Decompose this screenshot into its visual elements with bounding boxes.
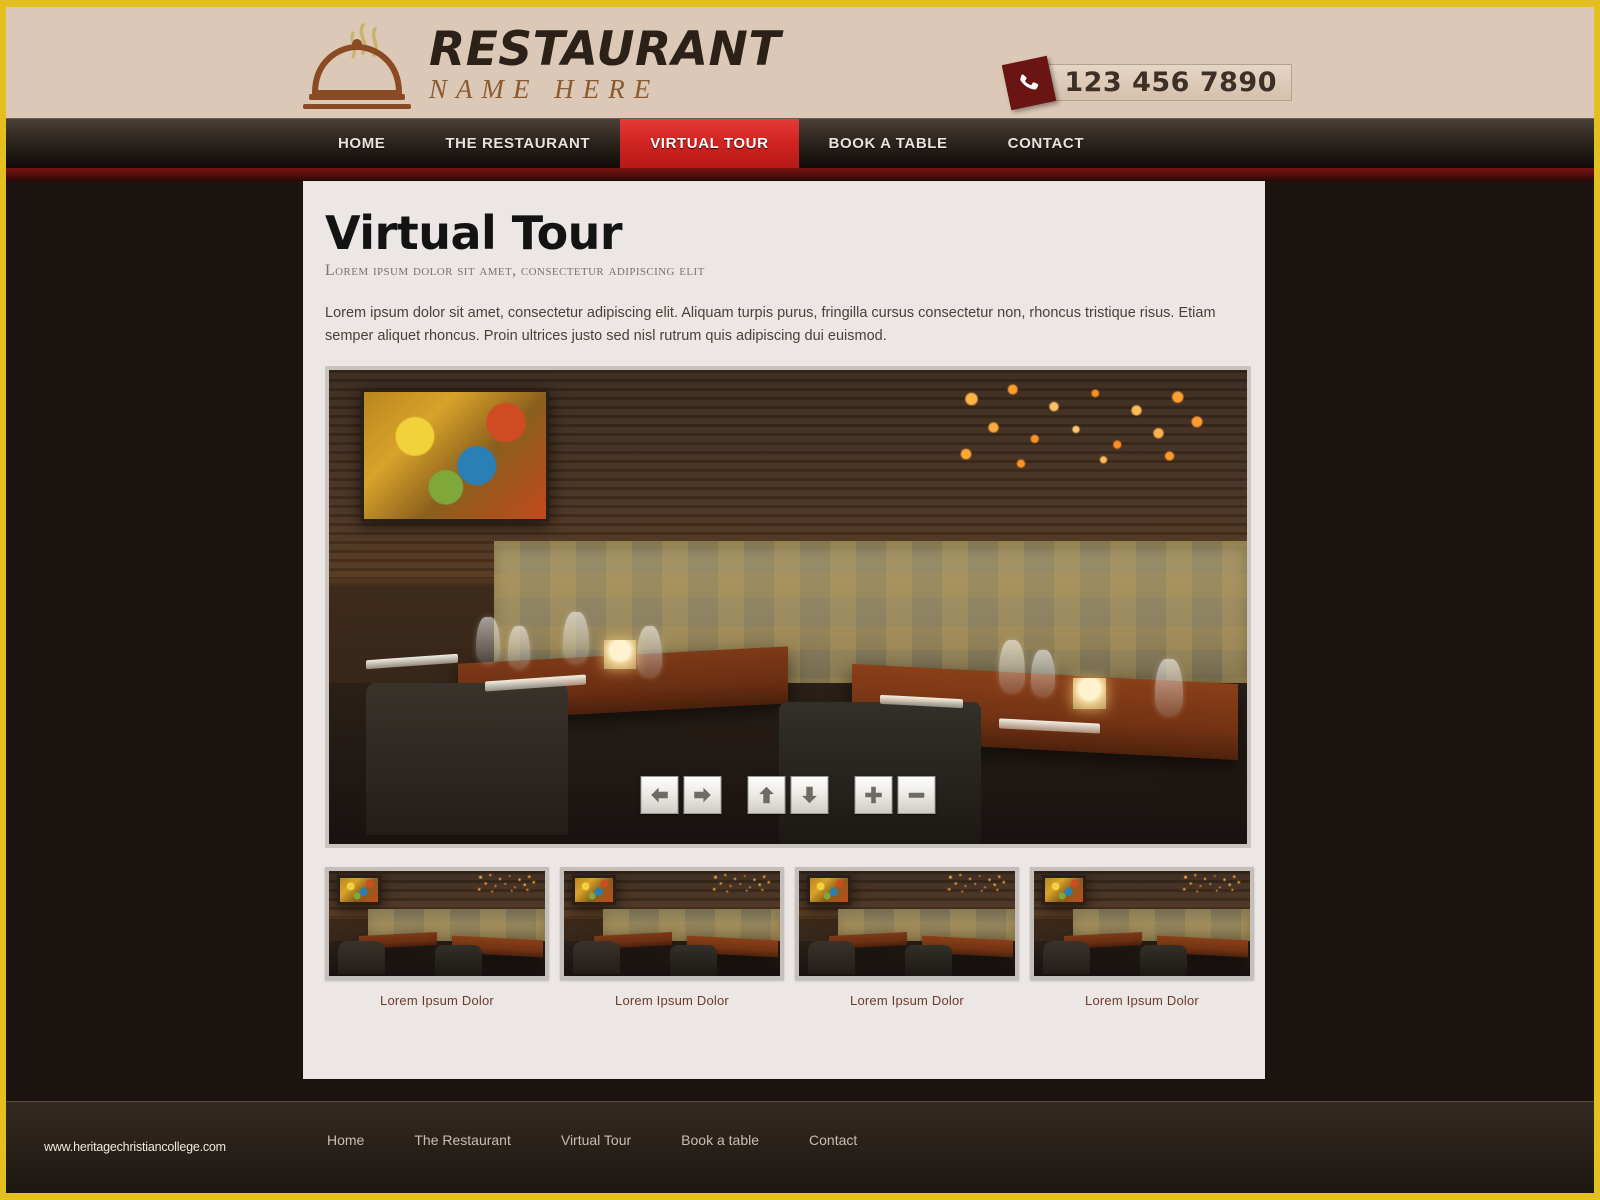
thumbnail-caption: Lorem Ipsum Dolor (1085, 993, 1199, 1009)
pan-left-button[interactable] (640, 776, 679, 815)
nav-item-the-restaurant[interactable]: THE RESTAURANT (415, 119, 620, 168)
footer-link-virtual-tour[interactable]: Virtual Tour (536, 1132, 656, 1148)
footer-link-book-a-table[interactable]: Book a table (656, 1132, 784, 1148)
nav-item-home[interactable]: HOME (308, 119, 415, 168)
viewer-controls (640, 776, 936, 815)
wine-glass (1155, 659, 1183, 717)
footer-link-contact[interactable]: Contact (784, 1132, 882, 1148)
page-subtitle: Lorem ipsum dolor sit amet, consectetur … (325, 262, 705, 280)
page-title: Virtual Tour (325, 206, 623, 260)
thumbnail-image (1034, 871, 1250, 977)
virtual-tour-viewer[interactable] (325, 366, 1251, 849)
nav-item-contact[interactable]: CONTACT (978, 119, 1114, 168)
pan-up-button[interactable] (747, 776, 786, 815)
content-card: Virtual Tour Lorem ipsum dolor sit amet,… (303, 181, 1265, 1079)
thumbnail-caption: Lorem Ipsum Dolor (380, 993, 494, 1009)
cloche-dome-icon (301, 17, 421, 113)
thumbnail-item[interactable]: Lorem Ipsum Dolor (1030, 867, 1254, 1008)
footer-link-home[interactable]: Home (302, 1132, 389, 1148)
thumbnail-strip: Lorem Ipsum Dolor Lorem Ipsum Dolor Lore… (325, 867, 1254, 1008)
viewer-photo (329, 370, 1247, 845)
thumbnail-item[interactable]: Lorem Ipsum Dolor (325, 867, 549, 1008)
ceiling-lights (944, 379, 1220, 475)
thumbnail-frame (1030, 867, 1254, 981)
logo[interactable]: RESTAURANT NAME HERE (301, 15, 781, 113)
zoom-out-button[interactable] (897, 776, 936, 815)
footer-navigation: Home The Restaurant Virtual Tour Book a … (302, 1132, 882, 1148)
zoom-in-button[interactable] (854, 776, 893, 815)
thumbnail-frame (560, 867, 784, 981)
wall-painting (361, 389, 550, 522)
wine-glass (508, 626, 531, 669)
pan-down-button[interactable] (790, 776, 829, 815)
thumbnail-item[interactable]: Lorem Ipsum Dolor (795, 867, 1019, 1008)
thumbnail-caption: Lorem Ipsum Dolor (850, 993, 964, 1009)
page-paragraph: Lorem ipsum dolor sit amet, consectetur … (325, 305, 1216, 344)
logo-subtitle: NAME HERE (429, 74, 660, 105)
phone-display[interactable]: 123 456 7890 (1002, 55, 1292, 111)
phone-number: 123 456 7890 (1064, 67, 1277, 98)
chair-center (778, 702, 981, 845)
thumbnail-image (564, 871, 780, 977)
thumbnail-frame (325, 867, 549, 981)
wine-glass (475, 616, 500, 665)
site-header: RESTAURANT NAME HERE 123 456 7890 (6, 7, 1594, 118)
thumbnail-image (329, 871, 545, 977)
thumbnail-caption: Lorem Ipsum Dolor (615, 993, 729, 1009)
main-navigation: HOME THE RESTAURANT VIRTUAL TOUR BOOK A … (6, 118, 1594, 168)
table-candle (1072, 678, 1106, 710)
site-footer: www.heritagechristiancollege.com Home Th… (6, 1101, 1594, 1193)
logo-title: RESTAURANT (429, 22, 781, 78)
logo-wordmark: RESTAURANT NAME HERE (429, 22, 781, 107)
footer-website-url: www.heritagechristiancollege.com (44, 1140, 226, 1154)
nav-item-virtual-tour[interactable]: VIRTUAL TOUR (620, 119, 799, 168)
thumbnail-frame (795, 867, 1019, 981)
page-stage: Virtual Tour Lorem ipsum dolor sit amet,… (6, 181, 1594, 1091)
thumbnail-image (799, 871, 1015, 977)
wine-glass (563, 611, 589, 665)
nav-item-book-a-table[interactable]: BOOK A TABLE (799, 119, 978, 168)
phone-handset-icon (1002, 55, 1057, 111)
table-candle (604, 640, 636, 669)
pan-right-button[interactable] (683, 776, 722, 815)
nav-accent-bar (6, 168, 1594, 181)
footer-link-the-restaurant[interactable]: The Restaurant (389, 1132, 536, 1148)
wine-glass (636, 626, 663, 679)
wine-glass (999, 640, 1025, 693)
thumbnail-item[interactable]: Lorem Ipsum Dolor (560, 867, 784, 1008)
chair-left (365, 683, 568, 835)
wine-glass (1031, 649, 1056, 698)
